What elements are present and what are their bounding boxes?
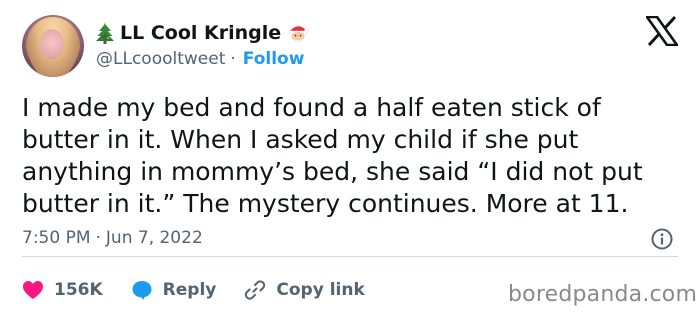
reply-label: Reply — [162, 280, 217, 300]
like-button[interactable]: 156K — [22, 280, 103, 300]
tweet-time[interactable]: 7:50 PM — [22, 228, 91, 248]
display-name-row: LL Cool Kringle — [96, 20, 309, 46]
reply-bubble-icon — [132, 281, 152, 300]
copy-link-label: Copy link — [276, 280, 365, 300]
boredpanda-watermark: boredpanda.com — [508, 282, 698, 307]
timestamp-row: 7:50 PM · Jun 7, 2022 — [22, 228, 203, 248]
tweet-date[interactable]: Jun 7, 2022 — [106, 228, 203, 248]
info-icon[interactable] — [651, 228, 673, 250]
santa-claus-icon — [288, 26, 309, 43]
like-count: 156K — [54, 280, 103, 300]
avatar[interactable] — [22, 15, 84, 77]
handle-separator: · — [230, 49, 236, 69]
reply-button[interactable]: Reply — [131, 279, 217, 301]
follow-button[interactable]: Follow — [243, 49, 305, 69]
handle-row: @LLcoooltweet · Follow — [96, 49, 304, 69]
user-handle[interactable]: @LLcoooltweet — [96, 49, 225, 69]
action-row: 156K Reply Copy link — [22, 276, 393, 304]
heart-icon — [23, 281, 43, 299]
copy-link-button[interactable]: Copy link — [244, 279, 365, 301]
x-logo-icon[interactable] — [646, 16, 678, 46]
divider — [22, 256, 678, 257]
tweet-text: I made my bed and found a half eaten sti… — [22, 93, 643, 218]
avatar-face — [40, 29, 64, 59]
link-icon — [245, 280, 266, 300]
christmas-tree-icon — [96, 22, 114, 44]
date-separator: · — [95, 228, 101, 248]
display-name[interactable]: LL Cool Kringle — [120, 22, 281, 44]
